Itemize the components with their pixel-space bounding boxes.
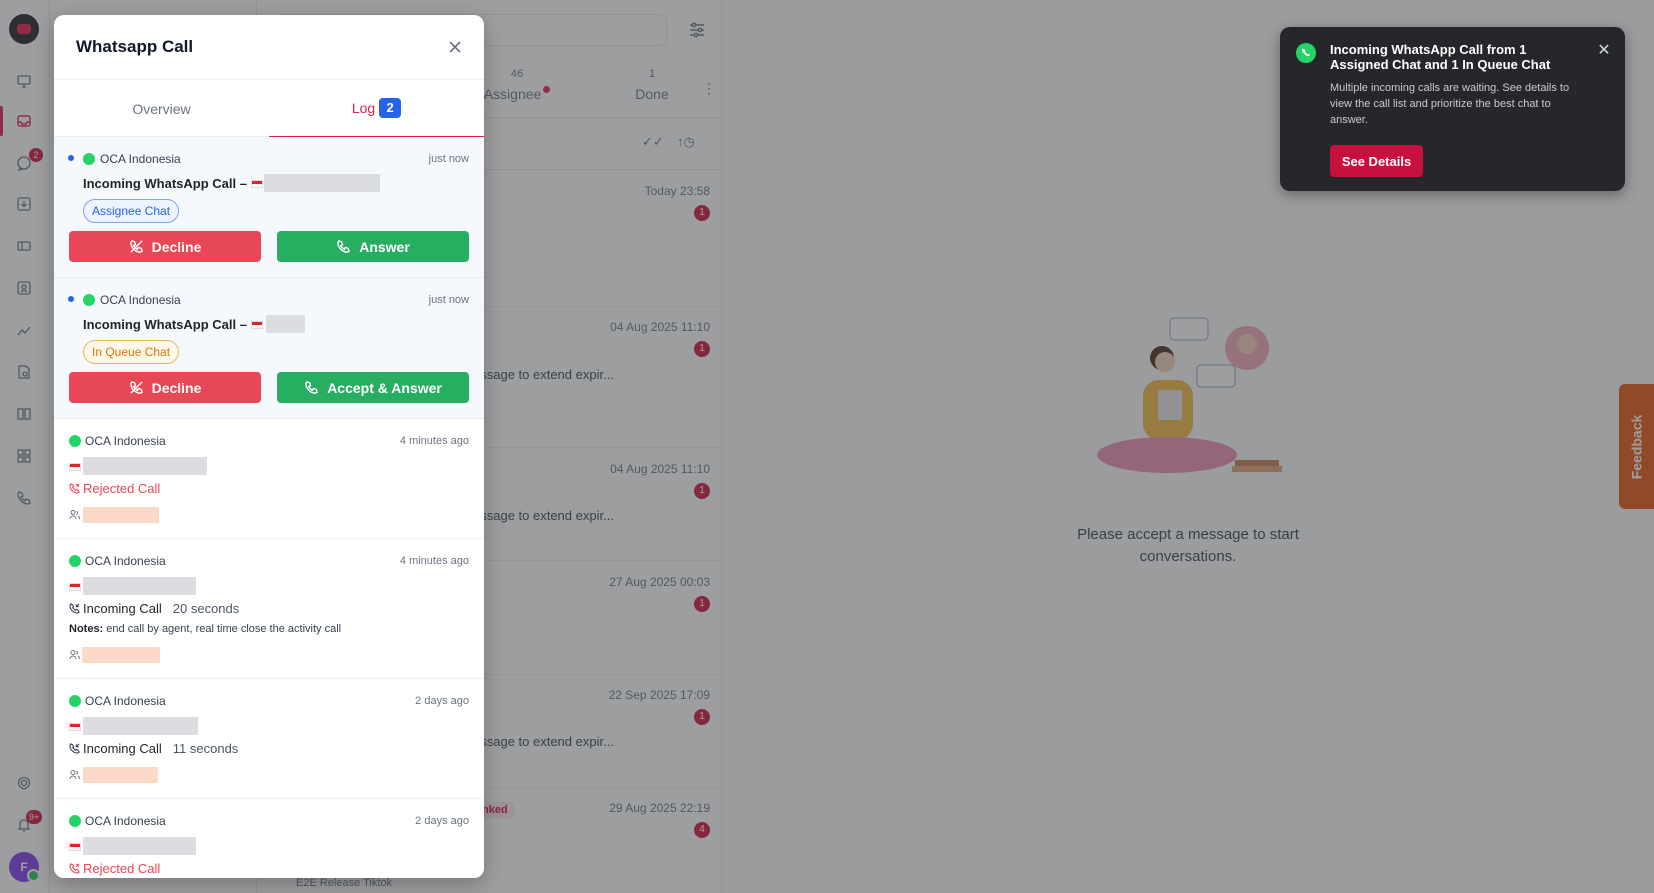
- channel-name: OCA Indonesia: [85, 434, 166, 448]
- channel-name: OCA Indonesia: [100, 293, 181, 307]
- phone-icon: [305, 381, 319, 394]
- call-time: 4 minutes ago: [399, 555, 469, 567]
- answer-button[interactable]: Answer: [277, 231, 469, 262]
- call-log-item[interactable]: OCA Indonesia 4 minutes ago Rejected Cal…: [54, 419, 484, 539]
- close-icon[interactable]: [444, 36, 466, 58]
- masked-contact: [83, 457, 207, 475]
- channel-name: OCA Indonesia: [85, 694, 166, 708]
- users-icon: [69, 510, 80, 520]
- call-list: OCA Indonesia just now Incoming WhatsApp…: [54, 137, 484, 878]
- tab-log[interactable]: Log 2: [269, 80, 484, 138]
- call-time: 2 days ago: [415, 695, 469, 707]
- phone-incoming-icon: [69, 743, 80, 754]
- decline-button[interactable]: Decline: [69, 231, 261, 262]
- log-count-badge: 2: [379, 98, 402, 118]
- masked-contact: [264, 174, 380, 192]
- indonesia-flag-icon: [69, 463, 81, 471]
- tab-log-label: Log: [351, 100, 376, 116]
- toast-body: Multiple incoming calls are waiting. See…: [1330, 82, 1570, 126]
- close-icon[interactable]: ✕: [1596, 43, 1612, 59]
- indonesia-flag-icon: [250, 320, 263, 329]
- users-icon: [69, 650, 80, 660]
- call-time: 4 minutes ago: [399, 435, 469, 447]
- whatsapp-icon: [69, 435, 81, 447]
- incoming-call-card: OCA Indonesia just now Incoming WhatsApp…: [54, 278, 484, 419]
- call-log-item[interactable]: OCA Indonesia 2 days ago Rejected Call: [54, 799, 484, 878]
- whatsapp-icon: [83, 294, 95, 306]
- unread-dot: [68, 296, 74, 302]
- assignee-chat-tag: Assignee Chat: [83, 199, 180, 223]
- call-status-label: Rejected Call: [83, 861, 161, 876]
- masked-agent: [83, 507, 159, 523]
- phone-off-icon: [129, 240, 143, 253]
- whatsapp-icon: [1296, 43, 1316, 63]
- call-status: Incoming Call 20 seconds: [69, 601, 239, 616]
- decline-label: Decline: [151, 238, 202, 255]
- indonesia-flag-icon: [250, 179, 263, 188]
- call-log-item[interactable]: OCA Indonesia 2 days ago Incoming Call 1…: [54, 679, 484, 799]
- call-status-label: Rejected Call: [83, 481, 161, 496]
- accept-answer-label: Accept & Answer: [327, 379, 442, 396]
- masked-contact: [83, 577, 196, 595]
- tab-overview[interactable]: Overview: [54, 80, 269, 138]
- decline-label: Decline: [151, 379, 202, 396]
- whatsapp-icon: [69, 555, 81, 567]
- modal-tabs: Overview Log 2: [54, 79, 484, 138]
- call-time: just now: [428, 294, 469, 306]
- tab-overview-label: Overview: [132, 101, 191, 117]
- masked-contact: [266, 315, 305, 333]
- call-title-text: Incoming WhatsApp Call –: [83, 317, 247, 332]
- whatsapp-call-modal: Whatsapp Call Overview Log 2 OCA Indones…: [54, 15, 484, 878]
- channel-name: OCA Indonesia: [100, 152, 181, 166]
- phone-missed-icon: [69, 863, 80, 874]
- call-status: Rejected Call: [69, 481, 160, 496]
- call-duration: 20 seconds: [172, 601, 240, 616]
- indonesia-flag-icon: [69, 583, 81, 591]
- call-notes: Notes: end call by agent, real time clos…: [69, 623, 341, 635]
- in-queue-chat-tag: In Queue Chat: [83, 340, 180, 364]
- toast-title: Incoming WhatsApp Call from 1 Assigned C…: [1330, 42, 1551, 72]
- modal-title: Whatsapp Call: [76, 37, 194, 56]
- call-status: Incoming Call 11 seconds: [69, 741, 238, 756]
- call-title: Incoming WhatsApp Call –: [83, 176, 263, 191]
- users-icon: [69, 770, 80, 780]
- call-title-text: Incoming WhatsApp Call –: [83, 176, 247, 191]
- call-time: just now: [428, 153, 469, 165]
- whatsapp-icon: [83, 153, 95, 165]
- indonesia-flag-icon: [69, 723, 81, 731]
- phone-off-icon: [129, 381, 143, 394]
- channel-name: OCA Indonesia: [85, 554, 166, 568]
- call-time: 2 days ago: [415, 815, 469, 827]
- whatsapp-icon: [69, 815, 81, 827]
- incoming-call-card: OCA Indonesia just now Incoming WhatsApp…: [54, 137, 484, 278]
- call-log-item[interactable]: OCA Indonesia 4 minutes ago Incoming Cal…: [54, 539, 484, 679]
- indonesia-flag-icon: [69, 843, 81, 851]
- masked-contact: [83, 717, 198, 735]
- masked-agent: [82, 647, 160, 663]
- call-status-label: Incoming Call: [83, 741, 162, 756]
- modal-header: Whatsapp Call: [54, 15, 484, 79]
- call-status: Rejected Call: [69, 861, 160, 876]
- phone-icon: [337, 240, 351, 253]
- accept-answer-button[interactable]: Accept & Answer: [277, 372, 469, 403]
- notes-text: end call by agent, real time close the a…: [106, 623, 342, 635]
- channel-name: OCA Indonesia: [85, 814, 166, 828]
- phone-incoming-icon: [69, 603, 80, 614]
- whatsapp-icon: [69, 695, 81, 707]
- call-title: Incoming WhatsApp Call –: [83, 317, 263, 332]
- decline-button[interactable]: Decline: [69, 372, 261, 403]
- call-duration: 11 seconds: [172, 741, 239, 756]
- call-status-label: Incoming Call: [83, 601, 162, 616]
- answer-label: Answer: [359, 238, 410, 255]
- notes-label: Notes:: [69, 623, 104, 635]
- see-details-button[interactable]: See Details: [1330, 145, 1423, 177]
- masked-agent: [83, 767, 158, 783]
- incoming-call-toast: Incoming WhatsApp Call from 1 Assigned C…: [1280, 27, 1625, 191]
- phone-missed-icon: [69, 483, 80, 494]
- unread-dot: [68, 155, 74, 161]
- masked-contact: [83, 837, 196, 855]
